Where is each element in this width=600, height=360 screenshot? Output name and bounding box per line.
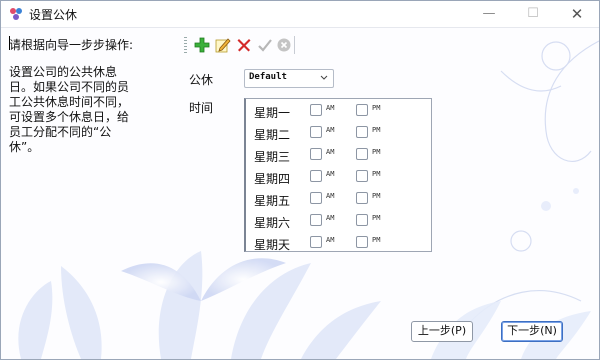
cancel-button[interactable] (275, 36, 293, 54)
day-label: 星期五 (254, 194, 291, 208)
schedule-table: 星期一 AM PM 星期二 AM PM 星期三 AM PM 星期四 AM PM (244, 98, 432, 252)
pm-label: PM (372, 126, 381, 134)
am-checkbox[interactable] (310, 170, 322, 182)
am-label: AM (326, 104, 335, 112)
holiday-select[interactable]: Default (244, 69, 334, 88)
instruction-text: 设置公司的公共休息日。如果公司不同的员工公共休息时间不同，可设置多个休息日，给员… (9, 65, 130, 154)
am-label: AM (326, 170, 335, 178)
am-checkbox[interactable] (310, 192, 322, 204)
chevron-down-icon (320, 75, 328, 80)
pm-checkbox[interactable] (356, 192, 368, 204)
day-label: 星期四 (254, 172, 291, 186)
pm-label: PM (372, 236, 381, 244)
edit-button[interactable] (214, 36, 232, 54)
pm-label: PM (372, 148, 381, 156)
add-button[interactable] (193, 36, 211, 54)
toolbar-grip (184, 37, 187, 53)
pm-checkbox[interactable] (356, 214, 368, 226)
pm-checkbox[interactable] (356, 104, 368, 116)
am-checkbox[interactable] (310, 214, 322, 226)
pm-checkbox[interactable] (356, 148, 368, 160)
pm-label: PM (372, 192, 381, 200)
toolbar-separator (294, 36, 295, 54)
close-button[interactable]: ✕ (555, 1, 599, 27)
holiday-select-value: Default (249, 72, 287, 82)
schedule-row: 星期三 AM PM (246, 143, 431, 165)
pm-label: PM (372, 170, 381, 178)
previous-step-button[interactable]: 上一步(P) (411, 321, 473, 342)
holiday-label: 公休 (189, 73, 214, 87)
pm-checkbox[interactable] (356, 170, 368, 182)
am-label: AM (326, 148, 335, 156)
am-label: AM (326, 236, 335, 244)
minimize-button[interactable]: — (467, 1, 511, 27)
day-label: 星期一 (254, 106, 291, 120)
pm-label: PM (372, 104, 381, 112)
day-label: 星期二 (254, 128, 291, 142)
confirm-button[interactable] (256, 36, 274, 54)
app-logo-icon (10, 8, 22, 20)
window-title: 设置公休 (29, 8, 78, 22)
day-label: 星期六 (254, 216, 291, 230)
am-checkbox[interactable] (310, 104, 322, 116)
pm-checkbox[interactable] (356, 236, 368, 248)
schedule-row: 星期四 AM PM (246, 165, 431, 187)
schedule-row: 星期五 AM PM (246, 187, 431, 209)
delete-icon (237, 39, 251, 52)
schedule-row: 星期一 AM PM (246, 99, 431, 121)
instruction-heading: 请根据向导一步步操作: (9, 38, 134, 52)
title-bar: 设置公休 — ☐ ✕ (1, 1, 599, 28)
dialog-window: 设置公休 — ☐ ✕ 请根据向导一步步操作: 设置公司的公共休息日。如果公司不同… (0, 0, 600, 360)
delete-button[interactable] (235, 36, 253, 54)
next-step-button[interactable]: 下一步(N) (501, 321, 563, 342)
pm-checkbox[interactable] (356, 126, 368, 138)
maximize-button[interactable]: ☐ (511, 1, 555, 27)
am-checkbox[interactable] (310, 148, 322, 160)
cancel-icon (277, 38, 291, 52)
time-label: 时间 (189, 101, 214, 115)
schedule-row: 星期天 AM PM (246, 231, 431, 253)
am-label: AM (326, 126, 335, 134)
confirm-icon (258, 39, 272, 52)
schedule-row: 星期六 AM PM (246, 209, 431, 231)
day-label: 星期三 (254, 150, 291, 164)
am-checkbox[interactable] (310, 236, 322, 248)
pm-label: PM (372, 214, 381, 222)
toolbar (184, 35, 298, 55)
edit-icon (215, 38, 231, 53)
add-icon (194, 37, 210, 53)
am-label: AM (326, 192, 335, 200)
day-label: 星期天 (254, 238, 291, 252)
schedule-row: 星期二 AM PM (246, 121, 431, 143)
am-label: AM (326, 214, 335, 222)
am-checkbox[interactable] (310, 126, 322, 138)
